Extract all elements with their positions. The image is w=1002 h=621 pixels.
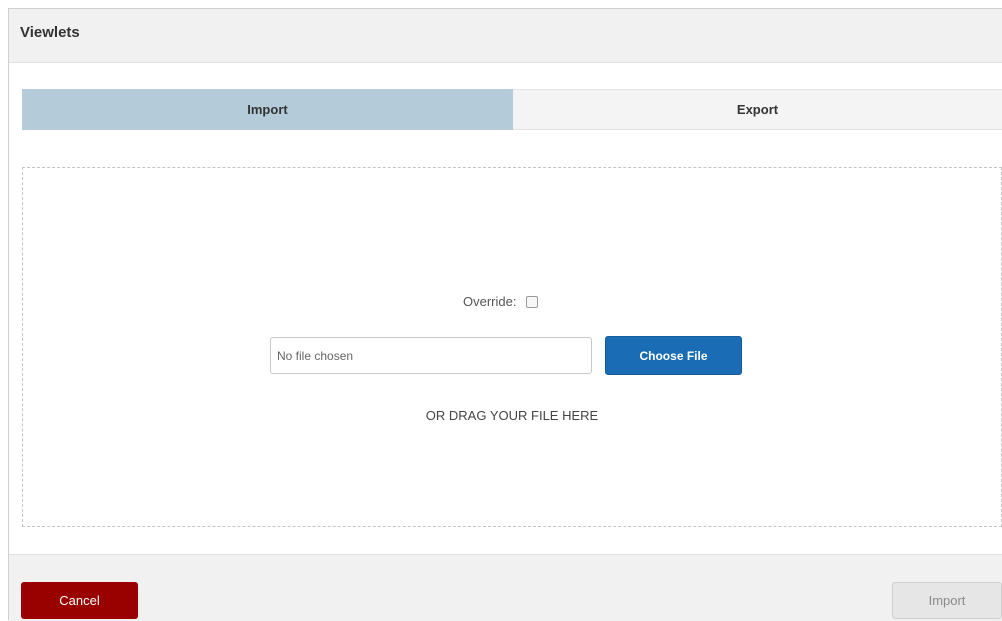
dialog-title: Viewlets: [20, 24, 80, 41]
tab-bar: Import Export: [22, 89, 1002, 130]
viewlets-dialog: Viewlets Import Export Override: Choose …: [8, 8, 1002, 621]
choose-file-button[interactable]: Choose File: [605, 336, 742, 375]
tab-export[interactable]: Export: [513, 89, 1002, 130]
dialog-footer: Cancel Import: [9, 554, 1002, 621]
cancel-button[interactable]: Cancel: [21, 582, 138, 619]
dialog-header: Viewlets: [9, 9, 1002, 63]
override-checkbox[interactable]: [526, 295, 539, 308]
drag-hint-text: OR DRAG YOUR FILE HERE: [425, 408, 599, 423]
file-name-field[interactable]: [270, 337, 592, 374]
override-label: Override:: [463, 294, 517, 309]
tab-import[interactable]: Import: [22, 89, 513, 130]
import-button[interactable]: Import: [892, 582, 1002, 619]
file-drop-zone[interactable]: Override: Choose File OR DRAG YOUR FILE …: [22, 167, 1002, 527]
override-row: Override:: [463, 294, 539, 309]
